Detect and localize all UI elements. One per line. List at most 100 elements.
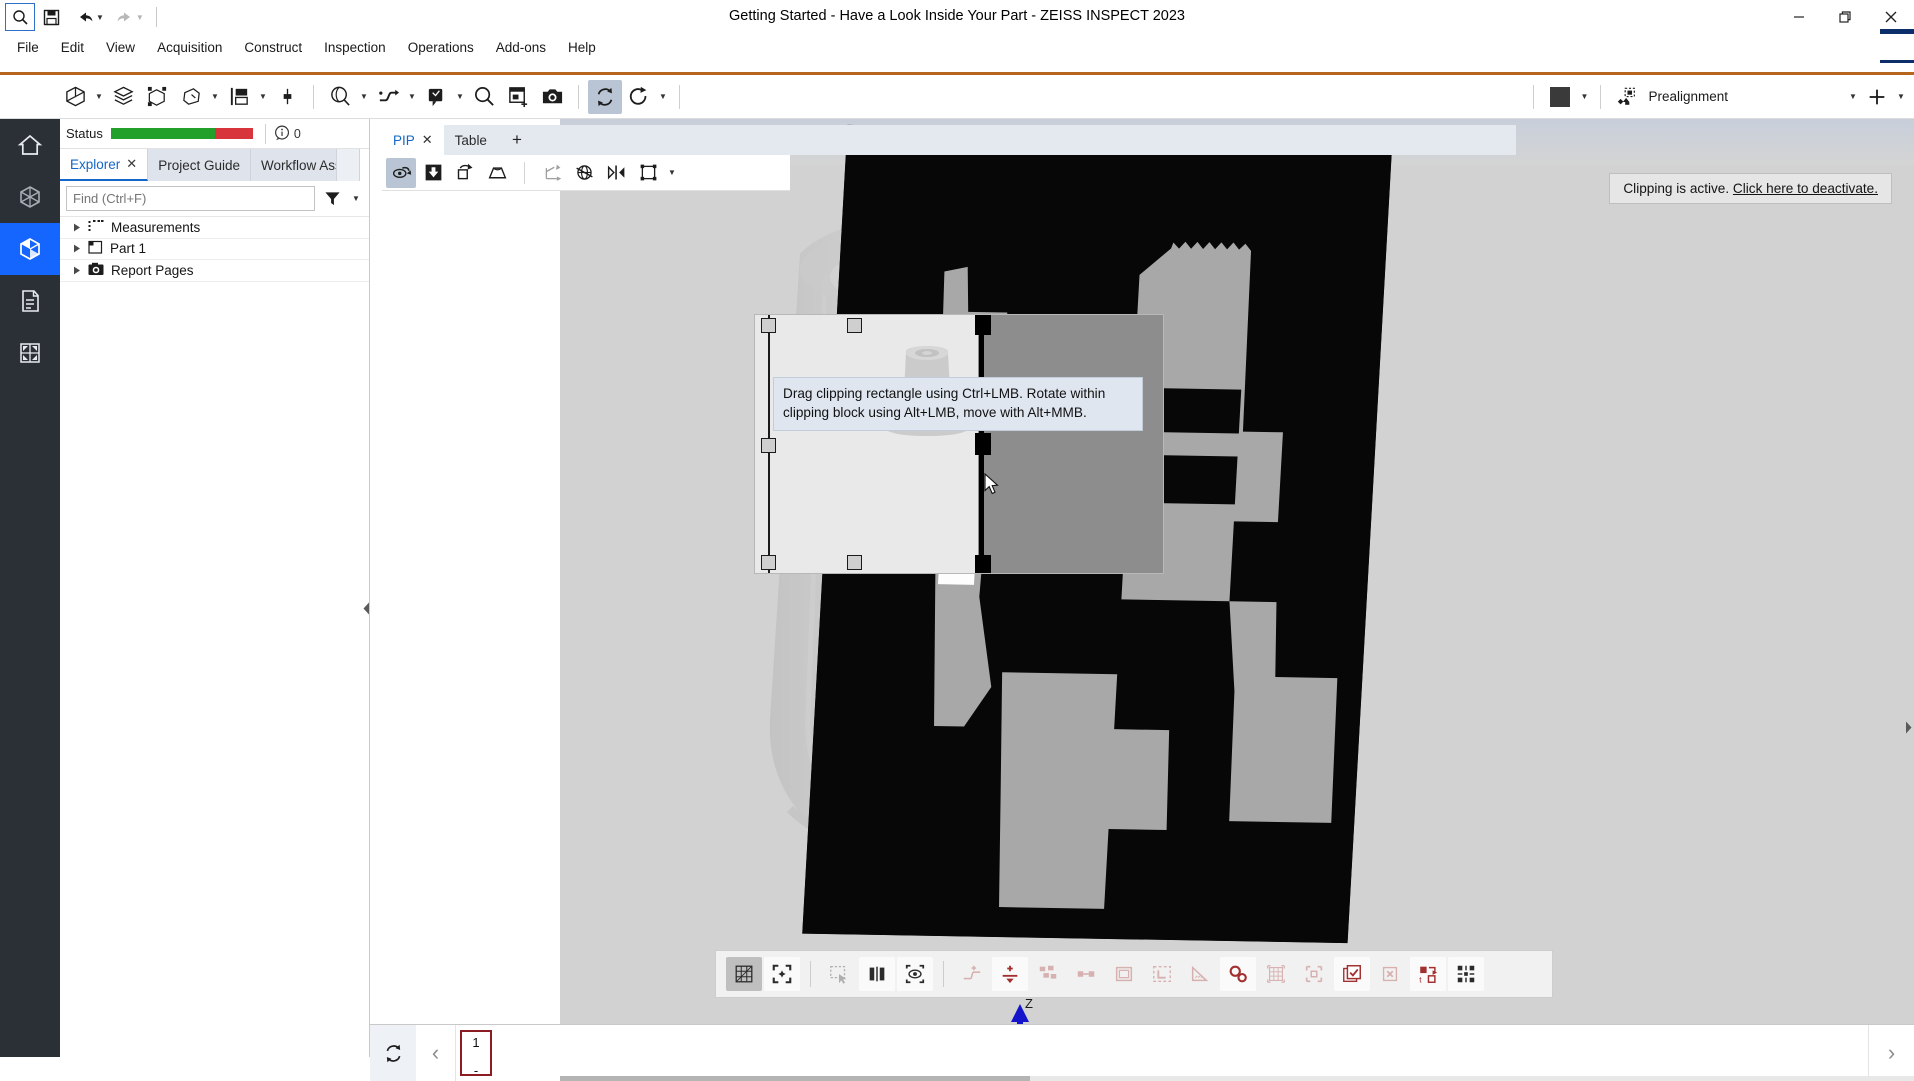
rotate-object-icon[interactable] bbox=[450, 158, 480, 188]
color-swatch-caret[interactable]: ▼ bbox=[1577, 92, 1591, 101]
refresh-icon[interactable] bbox=[622, 80, 656, 114]
tree-item-measurements[interactable]: Measurements bbox=[60, 217, 369, 239]
surface-extract-caret[interactable]: ▼ bbox=[208, 92, 222, 101]
label-flag-icon[interactable] bbox=[419, 80, 453, 114]
sort-elements-icon[interactable]: t bbox=[1410, 957, 1446, 991]
color-swatch-button[interactable] bbox=[1543, 80, 1577, 114]
pip-handle-top-mid[interactable] bbox=[847, 318, 862, 333]
scatter-points-icon[interactable] bbox=[1448, 957, 1484, 991]
pip-handle-bottom-right[interactable] bbox=[975, 555, 991, 574]
tree-item-part-1[interactable]: Part 1 bbox=[60, 239, 369, 261]
tree-item-report-pages[interactable]: Report Pages bbox=[60, 260, 369, 282]
recalculate-icon[interactable] bbox=[588, 80, 622, 114]
rect-primitive-icon[interactable] bbox=[1106, 957, 1142, 991]
import-mesh-caret[interactable]: ▼ bbox=[92, 92, 106, 101]
axis-move-icon[interactable] bbox=[537, 158, 567, 188]
volume-region-icon[interactable] bbox=[140, 80, 174, 114]
scrollbar-thumb[interactable] bbox=[560, 1076, 1030, 1081]
add-tab-button[interactable]: + bbox=[498, 125, 536, 155]
menu-view[interactable]: View bbox=[95, 37, 146, 58]
tab-project-guide[interactable]: Project Guide bbox=[148, 149, 251, 181]
page-thumbnail-1[interactable]: 1 - bbox=[460, 1030, 492, 1076]
filter-caret[interactable]: ▼ bbox=[349, 194, 363, 203]
chevron-right-icon[interactable] bbox=[72, 266, 81, 275]
circles-icon[interactable] bbox=[1220, 957, 1256, 991]
check-element-icon[interactable] bbox=[1334, 957, 1370, 991]
menu-add-ons[interactable]: Add-ons bbox=[485, 37, 557, 58]
snapshot-camera-icon[interactable] bbox=[535, 80, 569, 114]
chevron-right-icon[interactable] bbox=[72, 244, 81, 253]
surface-extract-icon[interactable] bbox=[174, 80, 208, 114]
tab-pip[interactable]: PIP ✕ bbox=[382, 125, 444, 155]
pip-clipping-preview[interactable]: Drag clipping rectangle using Ctrl+LMB. … bbox=[754, 314, 1164, 574]
rotate-view-icon[interactable] bbox=[386, 158, 416, 188]
deactivate-clipping-link[interactable]: Click here to deactivate. bbox=[1733, 181, 1878, 196]
undo-dropdown-caret[interactable]: ▼ bbox=[96, 13, 104, 22]
refresh-caret[interactable]: ▼ bbox=[656, 92, 670, 101]
info-count-chip[interactable]: 0 bbox=[274, 125, 301, 142]
restore-button[interactable] bbox=[1822, 0, 1868, 34]
pip-handle-left-mid[interactable] bbox=[761, 438, 776, 453]
funnel-icon[interactable] bbox=[319, 186, 345, 211]
menu-inspection[interactable]: Inspection bbox=[313, 37, 397, 58]
preview-eye-icon[interactable] bbox=[897, 957, 933, 991]
rail-item-tiles[interactable] bbox=[0, 327, 60, 379]
menu-help[interactable]: Help bbox=[557, 37, 607, 58]
pip-handle-top-left[interactable] bbox=[761, 318, 776, 333]
label-flag-caret[interactable]: ▼ bbox=[453, 92, 467, 101]
delete-element-icon[interactable] bbox=[1372, 957, 1408, 991]
inspect-sphere-icon[interactable] bbox=[323, 80, 357, 114]
show-grid-icon[interactable] bbox=[726, 957, 762, 991]
trend-line-icon[interactable] bbox=[371, 80, 405, 114]
compare-split-icon[interactable] bbox=[222, 80, 256, 114]
point-construct-icon[interactable] bbox=[954, 957, 990, 991]
next-page-button[interactable]: › bbox=[1868, 1025, 1914, 1081]
pip-handle-top-right[interactable] bbox=[975, 315, 991, 335]
prealignment-caret[interactable]: ▼ bbox=[1846, 92, 1860, 101]
section-view-icon[interactable] bbox=[859, 957, 895, 991]
menu-operations[interactable]: Operations bbox=[397, 37, 485, 58]
close-icon[interactable]: ✕ bbox=[422, 132, 433, 148]
tab-explorer[interactable]: Explorer ✕ bbox=[60, 149, 148, 181]
redo-dropdown-caret[interactable]: ▼ bbox=[136, 13, 144, 22]
fit-to-view-icon[interactable] bbox=[764, 957, 800, 991]
menu-file[interactable]: File bbox=[6, 37, 50, 58]
menu-construct[interactable]: Construct bbox=[233, 37, 313, 58]
angle-box-icon[interactable] bbox=[1144, 957, 1180, 991]
pip-handle-bottom-mid[interactable] bbox=[847, 555, 862, 570]
fit-down-icon[interactable] bbox=[418, 158, 448, 188]
pip-handle-right-mid[interactable] bbox=[975, 433, 991, 455]
rail-item-mesh[interactable] bbox=[0, 171, 60, 223]
rail-item-report[interactable] bbox=[0, 275, 60, 327]
add-report-icon[interactable] bbox=[501, 80, 535, 114]
angle-measure-icon[interactable] bbox=[1182, 957, 1218, 991]
align-center-icon[interactable] bbox=[270, 80, 304, 114]
tab-table[interactable]: Table bbox=[444, 125, 498, 155]
tabs-overflow-indicator[interactable] bbox=[359, 149, 369, 181]
surface-patch-icon[interactable] bbox=[1030, 957, 1066, 991]
chevron-right-icon[interactable] bbox=[72, 223, 81, 232]
viewport-collapse-handle[interactable] bbox=[1904, 719, 1912, 735]
inspect-sphere-caret[interactable]: ▼ bbox=[357, 92, 371, 101]
horizontal-scrollbar[interactable] bbox=[560, 1076, 1914, 1081]
prev-page-button[interactable]: ‹ bbox=[416, 1025, 456, 1081]
tab-workflow-assistant[interactable]: Workflow Assistant bbox=[251, 149, 337, 181]
save-icon[interactable] bbox=[34, 2, 68, 32]
line-construct-icon[interactable] bbox=[992, 957, 1028, 991]
explorer-find-input[interactable] bbox=[66, 186, 315, 211]
trend-line-caret[interactable]: ▼ bbox=[405, 92, 419, 101]
distance-icon[interactable] bbox=[1068, 957, 1104, 991]
menu-acquisition[interactable]: Acquisition bbox=[146, 37, 233, 58]
add-alignment-button[interactable] bbox=[1860, 80, 1894, 114]
perspective-icon[interactable] bbox=[482, 158, 512, 188]
menu-edit[interactable]: Edit bbox=[50, 37, 95, 58]
explorer-collapse-handle[interactable] bbox=[362, 600, 370, 616]
add-alignment-caret[interactable]: ▼ bbox=[1894, 92, 1908, 101]
volume-section-icon[interactable] bbox=[106, 80, 140, 114]
rubber-select-icon[interactable] bbox=[821, 957, 857, 991]
rail-item-home[interactable] bbox=[0, 119, 60, 171]
compare-split-caret[interactable]: ▼ bbox=[256, 92, 270, 101]
pip-handle-bottom-left[interactable] bbox=[761, 555, 776, 570]
minimize-button[interactable] bbox=[1776, 0, 1822, 34]
mirror-icon[interactable] bbox=[601, 158, 631, 188]
